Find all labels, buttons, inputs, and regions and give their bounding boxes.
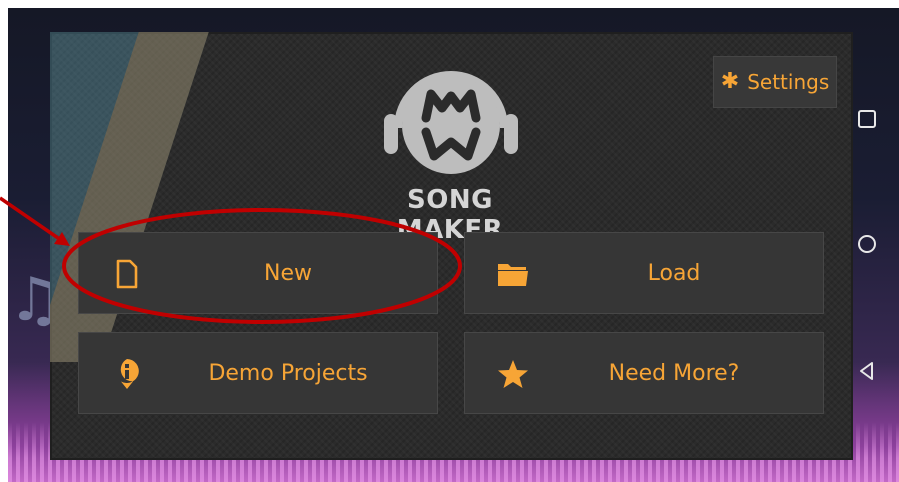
new-label: New	[264, 260, 312, 286]
demo-projects-button[interactable]: Demo Projects	[78, 332, 438, 414]
new-button[interactable]: New	[78, 232, 438, 314]
gear-icon: ✱	[720, 69, 740, 94]
song-maker-logo-icon	[384, 71, 518, 174]
back-triangle-icon	[860, 362, 873, 380]
settings-label: Settings	[747, 70, 830, 94]
square-icon	[858, 110, 876, 128]
screenshot-stage: ♫ ✱ Settings SONG MAKER New Load Demo Pr…	[0, 0, 899, 482]
home-button[interactable]	[852, 233, 882, 261]
load-button[interactable]: Load	[464, 232, 824, 314]
main-menu-panel: ✱ Settings SONG MAKER New Load Demo Proj…	[50, 32, 853, 460]
settings-button[interactable]: ✱ Settings	[713, 56, 837, 108]
circle-icon	[858, 235, 876, 253]
demo-projects-label: Demo Projects	[208, 360, 368, 386]
need-more-button[interactable]: Need More?	[464, 332, 824, 414]
recent-apps-button[interactable]	[852, 108, 882, 136]
load-label: Load	[647, 260, 701, 286]
back-button[interactable]	[852, 360, 882, 388]
need-more-label: Need More?	[608, 360, 740, 386]
